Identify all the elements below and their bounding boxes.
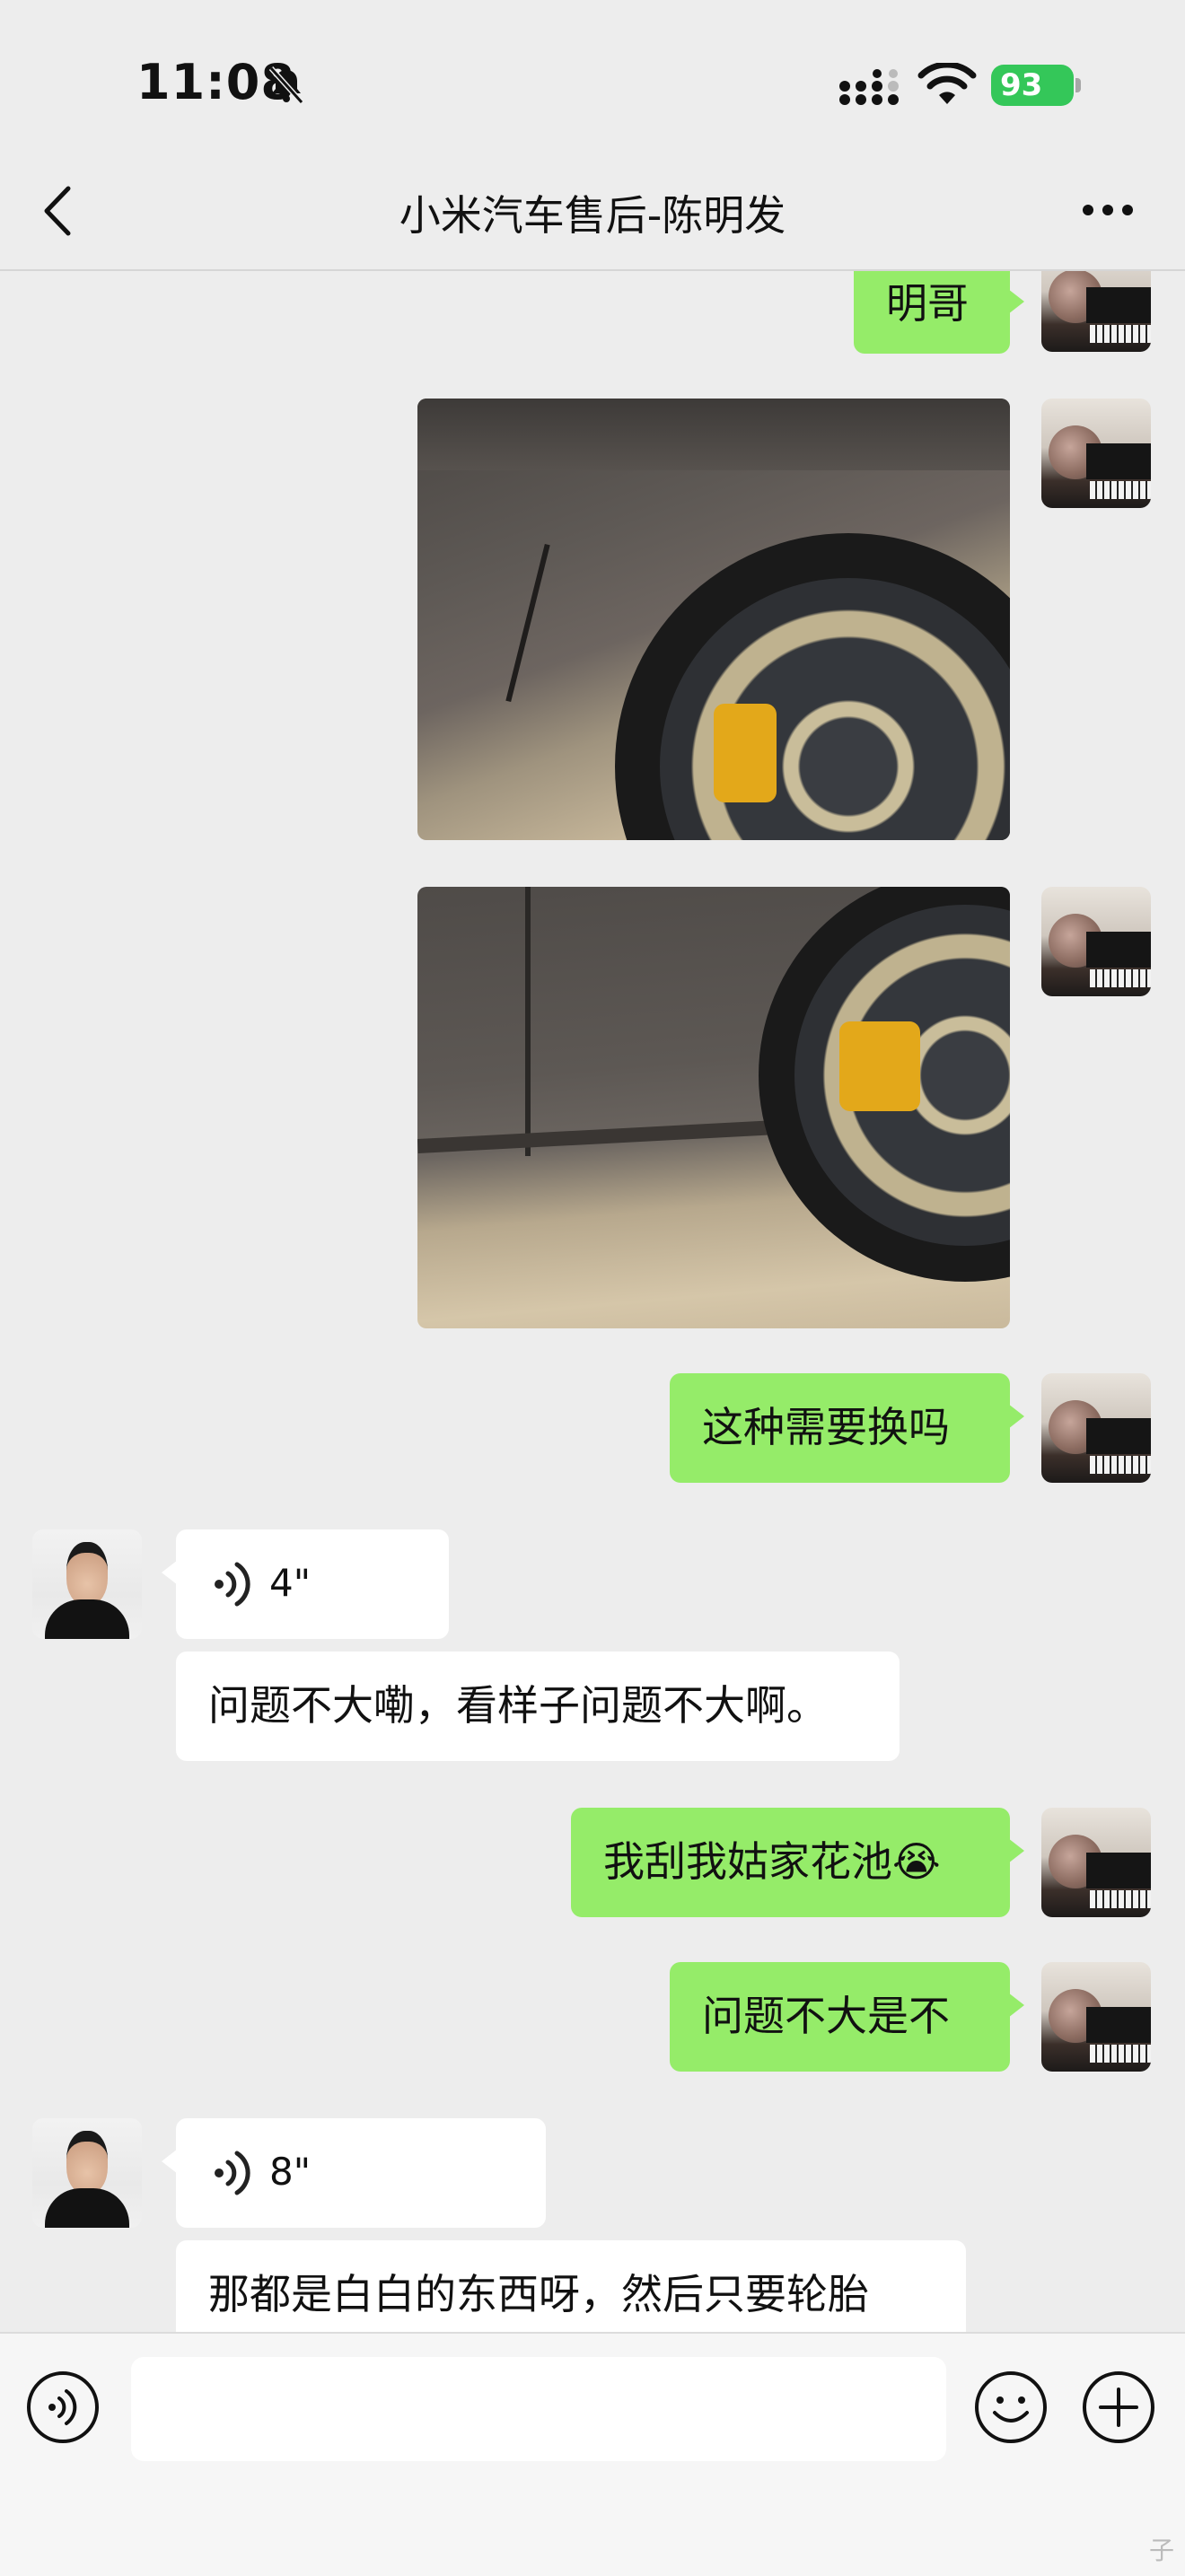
voice-input-icon[interactable] — [25, 2370, 101, 2445]
photo-message-side-scratch[interactable] — [417, 887, 1010, 1328]
more-options-icon[interactable] — [1079, 192, 1137, 228]
voice-duration: 4" — [269, 1561, 312, 1605]
message-bubble-mine[interactable]: 我刮我姑家花池😭 — [571, 1808, 1024, 1917]
voice-duration: 8" — [269, 2150, 312, 2194]
my-avatar[interactable] — [1041, 887, 1151, 996]
plus-icon[interactable] — [1081, 2370, 1156, 2445]
contact-avatar[interactable] — [32, 2118, 142, 2228]
bell-muted-icon — [268, 66, 304, 105]
chat-title: 小米汽车售后-陈明发 — [399, 191, 786, 240]
battery-level: 93 — [1000, 67, 1043, 103]
message-bubble-other[interactable]: 那都是白白的东西呀，然后只要轮胎 — [176, 2240, 966, 2332]
contact-avatar[interactable] — [32, 1529, 142, 1639]
message-bubble-mine[interactable]: 问题不大是不 — [670, 1962, 1024, 2072]
message-bubble-other[interactable]: 问题不大嘞，看样子问题不大啊。 — [176, 1652, 900, 1761]
wifi-icon — [917, 63, 977, 104]
message-bubble-mine[interactable]: 这种需要换吗 — [670, 1373, 1024, 1483]
cellular-signal-icon — [839, 69, 899, 105]
my-avatar[interactable] — [1041, 1962, 1151, 2072]
voice-message-bubble[interactable]: 4" — [162, 1529, 449, 1639]
voice-wave-icon — [215, 2151, 250, 2195]
message-text: 我刮我姑家花池😭 — [603, 1837, 941, 1886]
message-input[interactable] — [131, 2357, 946, 2461]
input-bar — [0, 2332, 1185, 2576]
my-avatar[interactable] — [1041, 1808, 1151, 1917]
voice-wave-icon — [215, 1562, 250, 1607]
my-avatar[interactable] — [1041, 271, 1151, 352]
my-avatar[interactable] — [1041, 399, 1151, 508]
battery-cap — [1075, 78, 1081, 92]
photo-message-wheel-scrape[interactable] — [417, 399, 1010, 840]
watermark-text: 子 — [1149, 2536, 1175, 2565]
battery-indicator: 93 — [991, 65, 1074, 106]
status-bar: 11:08 93 — [0, 0, 1185, 153]
voice-message-bubble[interactable]: 8" — [162, 2118, 546, 2228]
chat-header: 小米汽车售后-陈明发 — [0, 153, 1185, 271]
my-avatar[interactable] — [1041, 1373, 1151, 1483]
message-bubble-mine[interactable]: 明哥 — [854, 271, 1024, 354]
message-list[interactable]: 明哥 这种需要换吗 4" 问题不大嘞，看样子问题不大啊。 我刮我姑家花池😭 问题… — [0, 271, 1185, 2332]
emoji-icon[interactable] — [973, 2370, 1049, 2445]
